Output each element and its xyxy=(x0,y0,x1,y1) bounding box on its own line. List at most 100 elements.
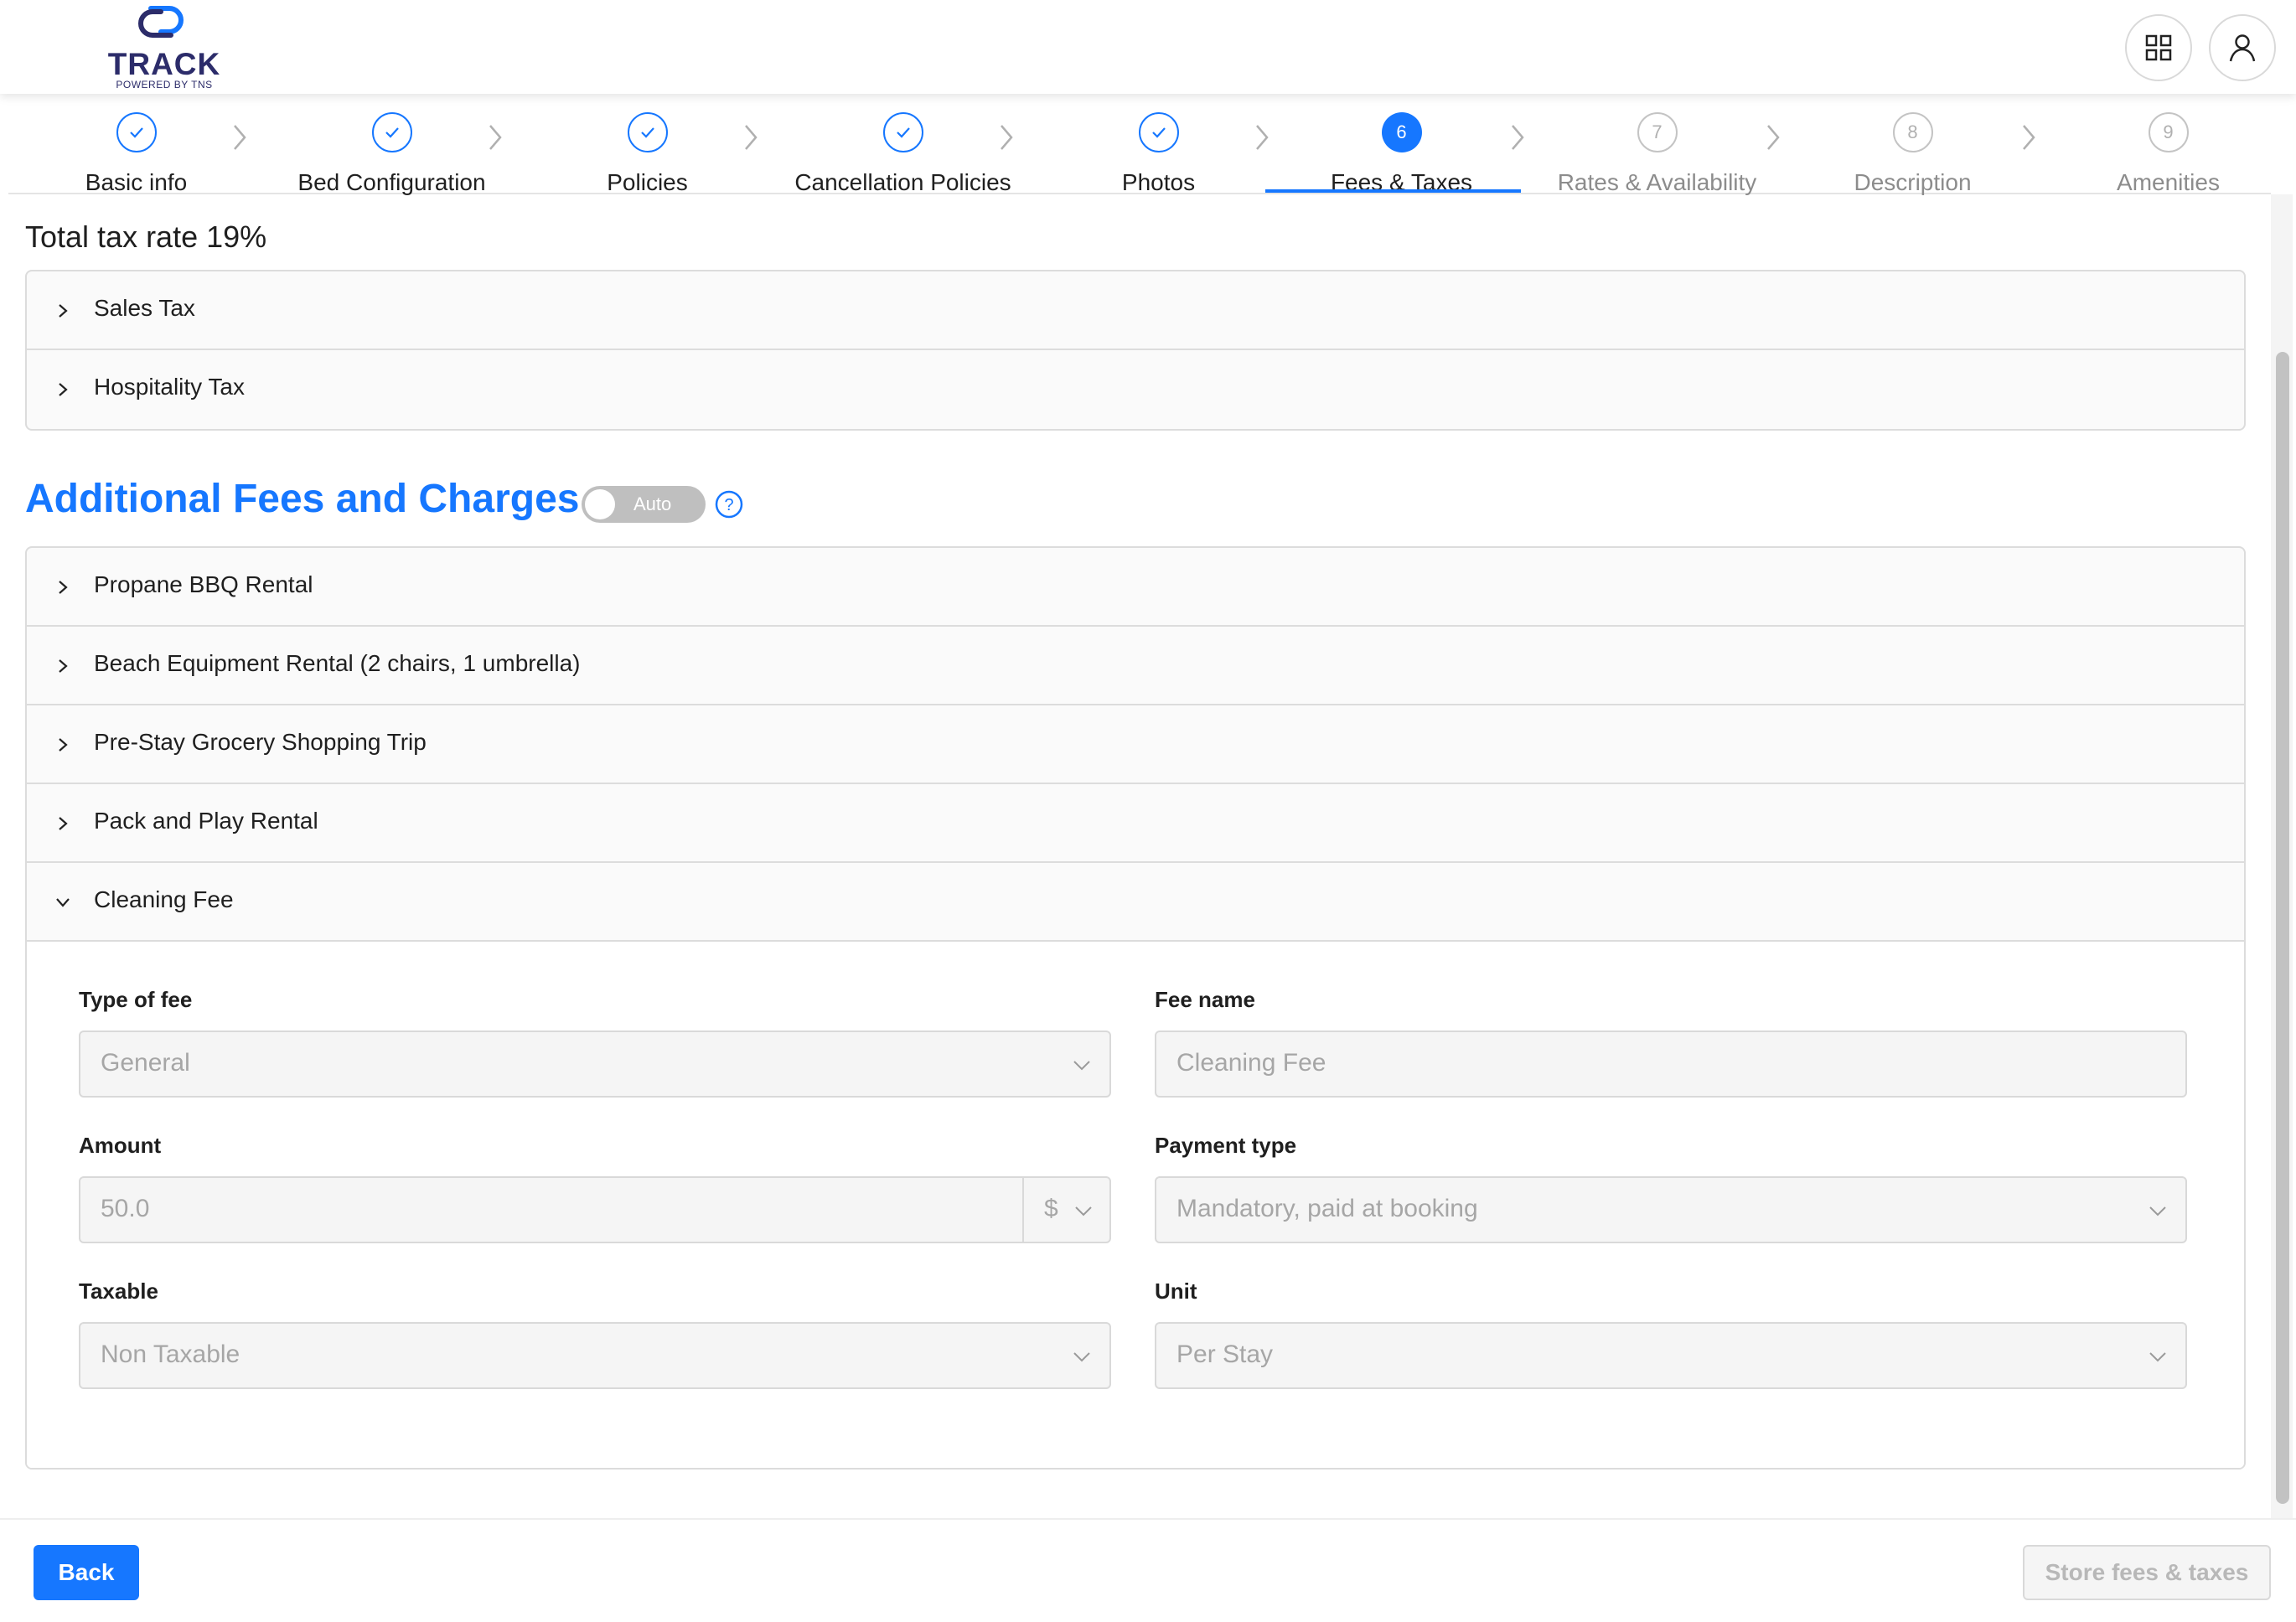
back-button[interactable]: Back xyxy=(34,1545,139,1600)
step-bed-configuration[interactable]: Bed Configuration xyxy=(264,112,520,195)
unit-label: Unit xyxy=(1155,1278,1197,1304)
check-icon xyxy=(116,112,157,152)
step-label: Rates & Availability xyxy=(1557,169,1757,195)
chevron-right-icon xyxy=(745,125,758,150)
logo-mark-icon xyxy=(138,6,184,38)
user-icon xyxy=(2229,34,2256,62)
chevron-right-icon xyxy=(59,738,68,752)
select-value: Mandatory, paid at booking xyxy=(1176,1195,1478,1222)
chevron-right-icon xyxy=(489,125,502,150)
panel-title: Hospitality Tax xyxy=(94,374,246,400)
panel-title: Beach Equipment Rental (2 chairs, 1 umbr… xyxy=(94,650,581,676)
chevron-right-icon xyxy=(1001,125,1013,150)
chevron-down-icon xyxy=(56,898,70,907)
auto-toggle[interactable]: Auto xyxy=(582,486,706,523)
unit-select[interactable]: Per Stay xyxy=(1155,1322,2187,1389)
cleaning-fee-form: Type of fee General Fee name Cleaning Fe… xyxy=(27,942,2244,1468)
panel-title: Pack and Play Rental xyxy=(94,808,318,834)
fee-name-label: Fee name xyxy=(1155,987,1255,1012)
type-of-fee-select[interactable]: General xyxy=(79,1031,1111,1098)
input-value: 50.0 xyxy=(101,1195,150,1222)
input-value: Cleaning Fee xyxy=(1176,1049,1326,1077)
amount-label: Amount xyxy=(79,1133,162,1158)
check-icon xyxy=(627,112,668,152)
tax-panel-hospitality-tax[interactable]: Hospitality Tax xyxy=(27,350,2244,429)
step-photos[interactable]: Photos xyxy=(1031,112,1286,195)
payment-type-label: Payment type xyxy=(1155,1133,1297,1158)
step-label: Bed Configuration xyxy=(297,169,486,195)
taxes-collapse: Sales Tax Hospitality Tax xyxy=(25,270,2246,431)
apps-grid-icon xyxy=(2145,34,2172,61)
chevron-down-icon xyxy=(1073,1352,1090,1362)
total-tax-rate: Total tax rate 19% xyxy=(25,220,267,254)
currency-value: $ xyxy=(1044,1195,1058,1222)
scrollbar-thumb[interactable] xyxy=(2276,352,2289,1504)
step-description[interactable]: 8 Description xyxy=(1785,112,2040,195)
step-label: Photos xyxy=(1121,169,1196,195)
step-fees-taxes[interactable]: 6 Fees & Taxes xyxy=(1274,112,1529,195)
step-amenities[interactable]: 9 Amenities xyxy=(2040,112,2296,195)
store-fees-taxes-button[interactable]: Store fees & taxes xyxy=(2023,1545,2271,1600)
currency-select[interactable]: $ xyxy=(1022,1178,1109,1242)
chevron-right-icon xyxy=(59,304,68,318)
active-step-indicator xyxy=(1265,189,1521,193)
apps-grid-button[interactable] xyxy=(2125,14,2192,81)
check-icon xyxy=(371,112,412,152)
chevron-right-icon xyxy=(234,125,246,150)
step-basic-info[interactable]: Basic info xyxy=(8,112,264,195)
step-label: Basic info xyxy=(85,169,188,195)
toggle-knob xyxy=(585,489,615,519)
chevron-down-icon xyxy=(2149,1206,2166,1216)
chevron-right-icon xyxy=(2023,125,2035,150)
step-policies[interactable]: Policies xyxy=(520,112,775,195)
step-label: Cancellation Policies xyxy=(794,169,1011,195)
svg-text:?: ? xyxy=(724,496,733,514)
fee-name-input[interactable]: Cleaning Fee xyxy=(1155,1031,2187,1098)
fee-panel-propane-bbq[interactable]: Propane BBQ Rental xyxy=(27,548,2244,627)
step-label: Description xyxy=(1854,169,1972,195)
select-value: General xyxy=(101,1049,190,1077)
chevron-right-icon xyxy=(59,383,68,396)
chevron-down-icon xyxy=(2149,1352,2166,1362)
chevron-right-icon xyxy=(59,581,68,594)
check-icon xyxy=(1138,112,1179,152)
fee-panel-pack-and-play[interactable]: Pack and Play Rental xyxy=(27,784,2244,863)
step-label: Amenities xyxy=(2117,169,2220,195)
select-value: Non Taxable xyxy=(101,1340,240,1368)
taxable-select[interactable]: Non Taxable xyxy=(79,1322,1111,1389)
panel-title: Sales Tax xyxy=(94,295,195,321)
fee-panel-grocery-trip[interactable]: Pre-Stay Grocery Shopping Trip xyxy=(27,705,2244,784)
step-number: 7 xyxy=(1637,112,1678,152)
step-cancellation-policies[interactable]: Cancellation Policies xyxy=(775,112,1031,195)
chevron-down-icon xyxy=(1075,1206,1092,1216)
chevron-right-icon xyxy=(1767,125,1780,150)
top-bar: TRACK POWERED BY TNS xyxy=(0,0,2296,94)
step-label: Policies xyxy=(607,169,688,195)
type-of-fee-label: Type of fee xyxy=(79,987,193,1012)
help-icon[interactable]: ? xyxy=(714,489,744,519)
footer-bar: Back Store fees & taxes xyxy=(0,1518,2296,1622)
step-rates-availability[interactable]: 7 Rates & Availability xyxy=(1529,112,1785,195)
taxable-label: Taxable xyxy=(79,1278,158,1304)
track-logo[interactable]: TRACK POWERED BY TNS xyxy=(106,0,223,90)
panel-title: Cleaning Fee xyxy=(94,886,234,912)
wizard-steps: Basic info Bed Configuration Policies Ca… xyxy=(8,94,2271,195)
fees-collapse: Propane BBQ Rental Beach Equipment Renta… xyxy=(25,546,2246,1470)
chevron-down-icon xyxy=(1073,1061,1090,1071)
chevron-right-icon xyxy=(59,659,68,673)
fee-panel-cleaning-fee[interactable]: Cleaning Fee xyxy=(27,863,2244,942)
chevron-right-icon xyxy=(1512,125,1524,150)
payment-type-select[interactable]: Mandatory, paid at booking xyxy=(1155,1176,2187,1243)
tax-panel-sales-tax[interactable]: Sales Tax xyxy=(27,271,2244,350)
panel-title: Propane BBQ Rental xyxy=(94,571,313,597)
logo-subtext: POWERED BY TNS xyxy=(116,79,213,90)
panel-title: Pre-Stay Grocery Shopping Trip xyxy=(94,729,427,755)
toggle-label: Auto xyxy=(633,493,672,514)
chevron-right-icon xyxy=(1256,125,1269,150)
amount-input[interactable]: 50.0 $ xyxy=(79,1176,1111,1243)
select-value: Per Stay xyxy=(1176,1340,1274,1368)
step-number: 8 xyxy=(1892,112,1933,152)
user-menu-button[interactable] xyxy=(2209,14,2276,81)
fee-panel-beach-equipment[interactable]: Beach Equipment Rental (2 chairs, 1 umbr… xyxy=(27,627,2244,705)
step-number: 6 xyxy=(1381,112,1422,152)
